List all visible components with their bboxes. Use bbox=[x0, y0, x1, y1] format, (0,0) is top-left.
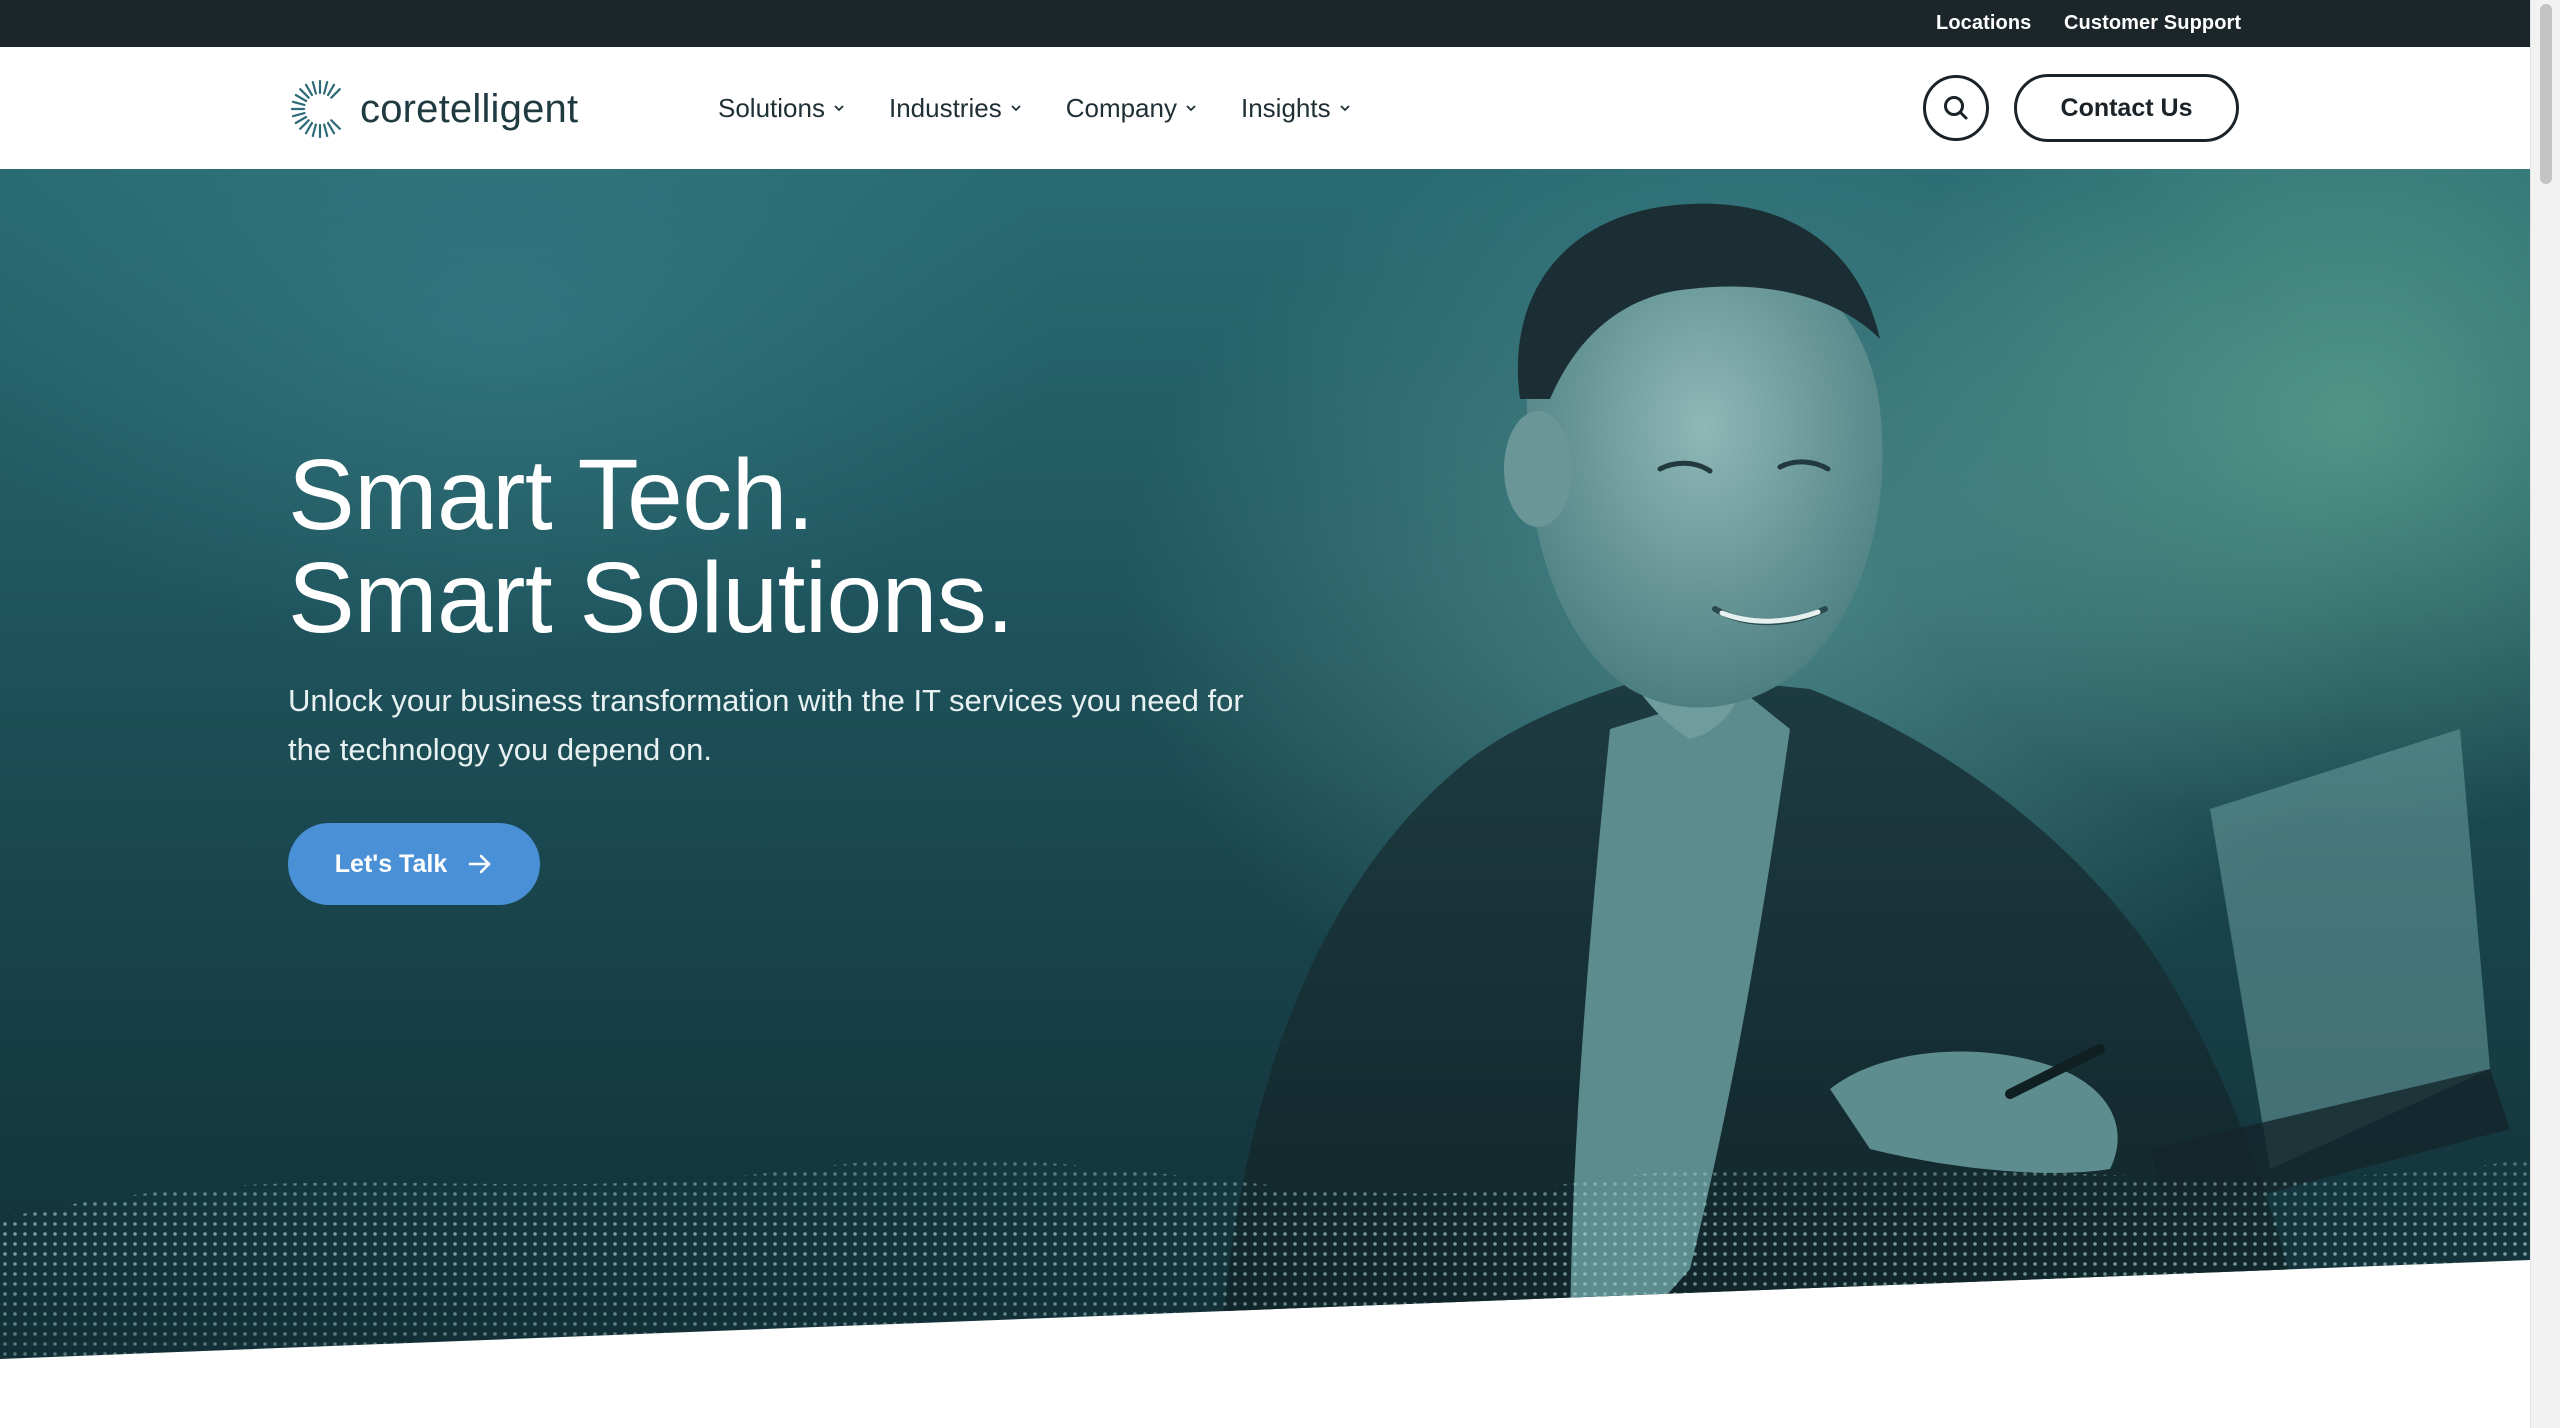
logo-mark-icon bbox=[290, 79, 341, 139]
logo[interactable]: coretelligent bbox=[288, 74, 578, 144]
hero-title-line-2: Smart Solutions. bbox=[288, 542, 1014, 654]
page-scrollbar[interactable] bbox=[2530, 0, 2560, 1428]
nav-item-insights[interactable]: Insights bbox=[1241, 93, 1353, 124]
hero-section: Smart Tech. Smart Solutions. Unlock your… bbox=[0, 169, 2530, 1359]
hero-subtitle: Unlock your business transformation with… bbox=[288, 683, 1244, 767]
arrow-right-icon bbox=[468, 854, 491, 874]
site-header: coretelligent Solutions Industries Compa… bbox=[0, 47, 2530, 169]
nav-label: Solutions bbox=[718, 92, 825, 123]
chevron-down-icon bbox=[834, 105, 844, 112]
logo-wordmark: coretelligent bbox=[360, 86, 579, 131]
nav-item-company[interactable]: Company bbox=[1066, 93, 1199, 124]
search-icon bbox=[1944, 96, 1968, 120]
nav-label: Company bbox=[1065, 92, 1177, 123]
locations-link[interactable]: Locations bbox=[1936, 0, 2031, 47]
search-button[interactable] bbox=[1923, 75, 1989, 141]
cta-label: Let's Talk bbox=[334, 849, 448, 878]
chevron-down-icon bbox=[1186, 105, 1196, 112]
nav-item-industries[interactable]: Industries bbox=[889, 93, 1024, 124]
content-area bbox=[0, 1359, 2530, 1428]
chevron-down-icon bbox=[1339, 105, 1350, 112]
contact-us-button[interactable]: Contact Us bbox=[2014, 74, 2239, 142]
hero-title: Smart Tech. Smart Solutions. bbox=[288, 444, 1014, 650]
chevron-down-icon bbox=[1011, 105, 1021, 112]
dot-wave-pattern bbox=[0, 1159, 2530, 1359]
customer-support-link[interactable]: Customer Support bbox=[2064, 0, 2241, 47]
nav-label: Insights bbox=[1240, 92, 1331, 123]
nav-label: Industries bbox=[888, 92, 1002, 123]
utility-bar: Locations Customer Support bbox=[0, 0, 2530, 47]
lets-talk-button[interactable]: Let's Talk bbox=[288, 823, 540, 905]
hero-title-line-1: Smart Tech. bbox=[288, 439, 815, 551]
main-nav: Solutions Industries Company Insights bbox=[718, 47, 1395, 169]
scrollbar-thumb[interactable] bbox=[2540, 4, 2552, 184]
nav-item-solutions[interactable]: Solutions bbox=[718, 93, 847, 124]
